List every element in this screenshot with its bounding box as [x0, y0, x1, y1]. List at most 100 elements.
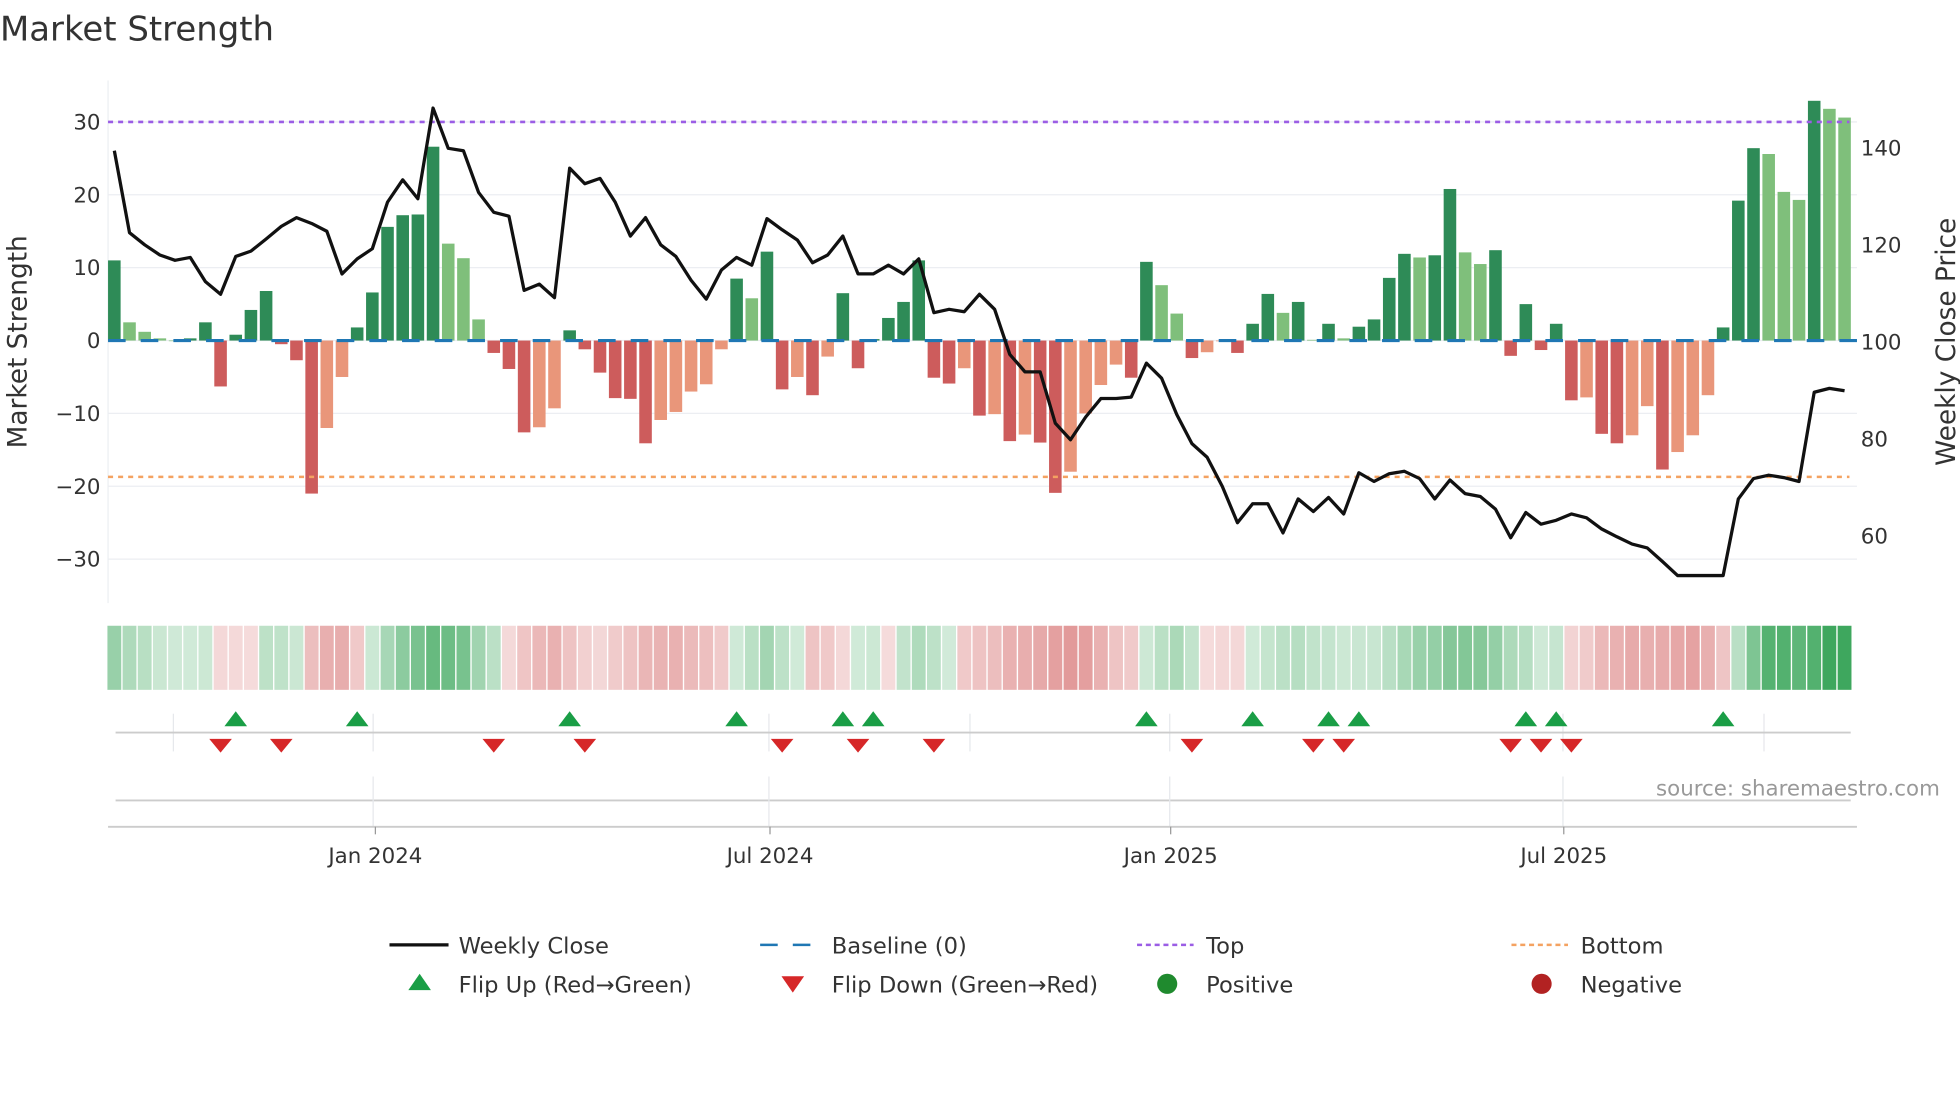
- heat-strip-cell: [1215, 625, 1230, 690]
- heat-strip-cell: [1822, 625, 1837, 690]
- y2-tick-label: 100: [1861, 330, 1902, 355]
- strength-bar: [548, 340, 561, 409]
- heat-strip-cell: [1412, 625, 1427, 690]
- heat-strip-cell: [1579, 625, 1594, 690]
- legend-label: Flip Up (Red→Green): [459, 973, 692, 999]
- y2-tick-label: 80: [1861, 427, 1888, 452]
- legend-triangle-down-icon: [781, 976, 805, 993]
- flip-down-marker: [1302, 738, 1325, 753]
- strength-heat-strip: [107, 625, 1852, 690]
- y-tick-label: −30: [55, 548, 100, 573]
- flip-down-marker: [1332, 738, 1356, 753]
- heat-strip-cell: [668, 625, 683, 690]
- flip-down-marker: [573, 738, 597, 753]
- heat-strip-cell: [1291, 625, 1306, 690]
- heat-strip-cell: [456, 625, 471, 690]
- strength-bar: [411, 214, 425, 341]
- legend-label: Positive: [1206, 973, 1293, 999]
- heat-strip-cell: [942, 625, 957, 690]
- strength-bar: [487, 340, 501, 353]
- heat-strip-cell: [1685, 625, 1700, 690]
- flip-up-marker: [1544, 711, 1568, 727]
- strength-bar: [1200, 340, 1214, 353]
- strength-bar: [1049, 340, 1062, 493]
- legend-item: Negative: [1531, 973, 1682, 999]
- heat-strip-cell: [1443, 625, 1457, 690]
- legend-item: Flip Down (Green→Red): [781, 973, 1098, 999]
- heat-strip-cell: [137, 625, 152, 690]
- flip-up-marker: [558, 711, 581, 727]
- strength-bar: [1276, 312, 1290, 341]
- legend-triangle-up-icon: [408, 973, 431, 991]
- heat-strip-cell: [1200, 625, 1215, 690]
- heat-strip-cell: [1397, 625, 1412, 690]
- strength-bar: [502, 340, 516, 369]
- strength-bar: [1428, 255, 1442, 341]
- strength-bar: [1716, 327, 1730, 341]
- flip-down-marker: [1529, 738, 1553, 753]
- strength-bar: [1109, 340, 1123, 365]
- heat-strip-cell: [1837, 625, 1852, 690]
- heat-strip-cell: [365, 625, 380, 690]
- strength-bar: [669, 340, 683, 412]
- strength-bar: [1595, 340, 1609, 434]
- heat-strip-cell: [1670, 625, 1685, 690]
- heat-strip-cell: [1139, 625, 1154, 690]
- strength-bar: [1382, 277, 1396, 341]
- heat-strip-cell: [638, 625, 653, 690]
- heat-strip-cell: [244, 625, 258, 690]
- strength-bar: [927, 340, 941, 378]
- heat-strip-cell: [1109, 625, 1123, 690]
- heat-strip-cell: [1731, 625, 1746, 690]
- strength-bar: [1458, 252, 1472, 341]
- heat-strip-cell: [623, 625, 638, 690]
- strength-bar: [1064, 340, 1077, 472]
- strength-bar: [320, 340, 334, 428]
- strength-bar: [350, 327, 364, 341]
- heat-strip-cell: [820, 625, 835, 690]
- y-tick-label: 20: [73, 183, 100, 208]
- market-strength-chart: Market Strength 3020100−10−20−30 1401201…: [0, 9, 1960, 999]
- heat-strip-cell: [517, 625, 532, 690]
- flip-up-marker: [861, 711, 885, 727]
- flip-down-marker: [209, 738, 232, 753]
- heat-strip-cell: [577, 625, 592, 690]
- strength-bar: [882, 317, 895, 341]
- strength-bar: [1352, 326, 1366, 341]
- legend-item: Weekly Close: [389, 934, 609, 960]
- strength-bar: [1610, 340, 1624, 444]
- chart-title: Market Strength: [0, 9, 274, 48]
- heat-strip-cell: [152, 625, 167, 690]
- heat-strip-cell: [1488, 625, 1503, 690]
- heat-strip-cell: [1260, 625, 1275, 690]
- y-tick-label: 0: [87, 329, 101, 354]
- strength-bar: [1777, 191, 1791, 341]
- strength-bar: [1504, 340, 1517, 356]
- y-tick-label: 10: [73, 256, 100, 281]
- heat-strip-cell: [502, 625, 516, 690]
- x-tick-label: Jul 2024: [725, 844, 814, 869]
- heat-strip-cell: [1792, 625, 1806, 690]
- legend-label: Negative: [1581, 973, 1682, 999]
- strength-bar: [608, 340, 622, 399]
- heat-strip-cell: [927, 625, 941, 690]
- heat-strip-cell: [410, 625, 425, 690]
- heat-strip-cell: [1427, 625, 1442, 690]
- heat-strip-cell: [1458, 625, 1473, 690]
- heat-strip-cell: [486, 625, 501, 690]
- strength-bar: [1489, 250, 1502, 341]
- heat-strip-cell: [426, 625, 440, 690]
- strength-bar: [1580, 340, 1593, 398]
- strength-bar: [1747, 148, 1760, 341]
- strength-bar: [973, 340, 986, 416]
- strength-bar: [684, 340, 698, 392]
- heat-strip-cell: [1807, 625, 1822, 690]
- flip-up-marker: [1135, 711, 1158, 727]
- flip-up-marker: [1711, 711, 1735, 727]
- strength-bar: [1398, 253, 1411, 341]
- strength-bars: [108, 100, 1851, 494]
- heat-strip-cell: [729, 625, 744, 690]
- heat-strip-cell: [1716, 625, 1731, 690]
- strength-bar: [533, 340, 546, 428]
- heat-strip-cell: [441, 625, 456, 690]
